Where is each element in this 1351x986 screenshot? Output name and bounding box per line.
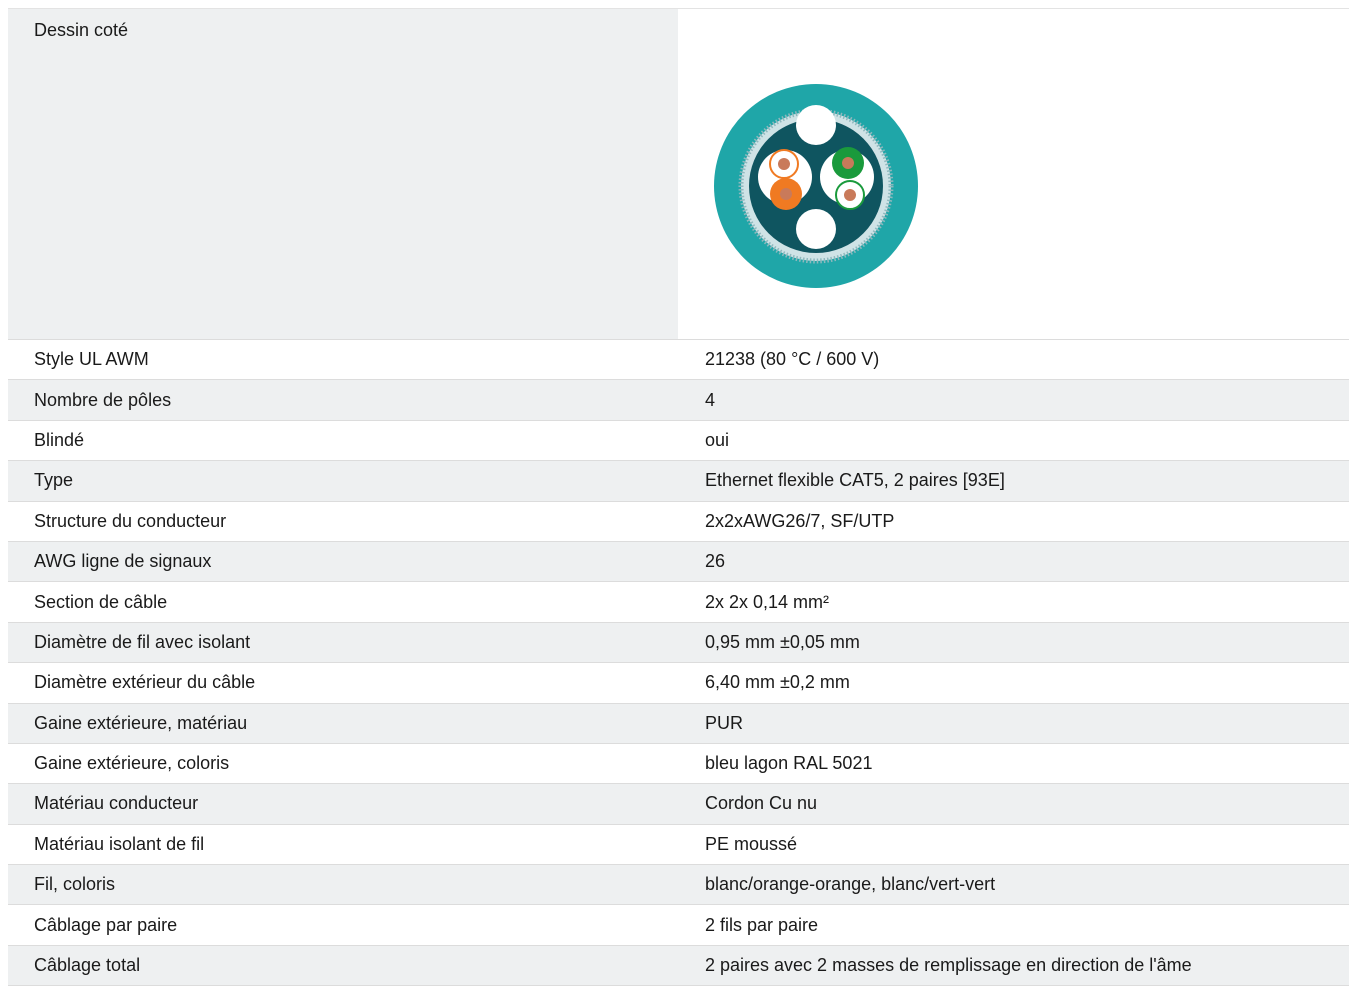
spec-label: Câblage total: [34, 955, 141, 976]
spec-label: Câblage par paire: [34, 914, 178, 935]
spec-row: Blindé oui: [8, 420, 1349, 462]
spec-value: PUR: [705, 712, 744, 733]
spec-label: Matériau conducteur: [34, 793, 199, 814]
spec-row: Matériau isolant de fil PE moussé: [8, 824, 1349, 866]
drawing-label: Dessin coté: [8, 9, 678, 339]
spec-row: Nombre de pôles 4: [8, 380, 1349, 421]
spec-label: Blindé: [34, 429, 85, 450]
spec-label: Gaine extérieure, matériau: [34, 712, 248, 733]
drawing-image-cell: [678, 9, 1349, 339]
spec-value: 0,95 mm ±0,05 mm: [705, 631, 860, 652]
specification-table: Dessin coté Style UL AWM 21238 (80 °C / …: [8, 9, 1349, 986]
spec-value: 2 fils par paire: [705, 914, 819, 935]
spec-value: 21238 (80 °C / 600 V): [705, 349, 880, 370]
spec-label: Gaine extérieure, coloris: [34, 753, 230, 774]
spec-value: 4: [705, 389, 716, 410]
spec-row: Type Ethernet flexible CAT5, 2 paires [93…: [8, 461, 1349, 502]
spec-value: Ethernet flexible CAT5, 2 paires [93E]: [705, 470, 1005, 491]
spec-value: 2x2xAWG26/7, SF/UTP: [705, 510, 895, 531]
spec-label: Structure du conducteur: [34, 510, 227, 531]
spec-row: Câblage total 2 paires avec 2 masses de r…: [8, 945, 1349, 986]
spec-value: Cordon Cu nu: [705, 793, 818, 814]
spec-label: Diamètre extérieur du câble: [34, 672, 256, 693]
spec-label: Fil, coloris: [34, 874, 116, 895]
spec-value: 2x 2x 0,14 mm²: [705, 591, 830, 612]
spec-row: Style UL AWM 21238 (80 °C / 600 V): [8, 340, 1349, 381]
spec-label: Diamètre de fil avec isolant: [34, 631, 251, 652]
spec-value: 6,40 mm ±0,2 mm: [705, 672, 850, 693]
spec-row: Gaine extérieure, coloris bleu lagon RAL …: [8, 743, 1349, 785]
filler-top: [796, 105, 836, 145]
spec-row: Matériau conducteur Cordon Cu nu: [8, 784, 1349, 825]
spec-row: Diamètre de fil avec isolant 0,95 mm ±0,0…: [8, 622, 1349, 664]
spec-row: Structure du conducteur 2x2xAWG26/7, SF/U…: [8, 501, 1349, 542]
spec-label: Style UL AWM: [34, 349, 149, 370]
drawing-row: Dessin coté: [8, 9, 1349, 340]
spec-rows: Style UL AWM 21238 (80 °C / 600 V) Nombre …: [8, 340, 1349, 986]
spec-label: Nombre de pôles: [34, 389, 172, 410]
spec-row: Gaine extérieure, matériau PUR: [8, 703, 1349, 744]
spec-row: Fil, coloris blanc/orange-orange, blanc/v…: [8, 865, 1349, 906]
spec-row: Câblage par paire 2 fils par paire: [8, 905, 1349, 946]
spec-value: blanc/orange-orange, blanc/vert-vert: [705, 874, 996, 895]
spec-row: Section de câble 2x 2x 0,14 mm²: [8, 582, 1349, 623]
spec-label: Section de câble: [34, 591, 168, 612]
cable-cross-section-drawing: [714, 84, 918, 288]
spec-label: Type: [34, 470, 74, 491]
filler-bottom: [796, 209, 836, 249]
spec-value: bleu lagon RAL 5021: [705, 753, 873, 774]
spec-value: PE moussé: [705, 833, 798, 854]
spec-row: AWG ligne de signaux 26: [8, 541, 1349, 583]
spec-value: 26: [705, 551, 726, 572]
spec-row: Diamètre extérieur du câble 6,40 mm ±0,2 …: [8, 663, 1349, 704]
spec-value: oui: [705, 429, 730, 450]
spec-label: AWG ligne de signaux: [34, 551, 212, 572]
spec-label: Matériau isolant de fil: [34, 833, 205, 854]
spec-value: 2 paires avec 2 masses de remplissage en…: [705, 955, 1192, 976]
